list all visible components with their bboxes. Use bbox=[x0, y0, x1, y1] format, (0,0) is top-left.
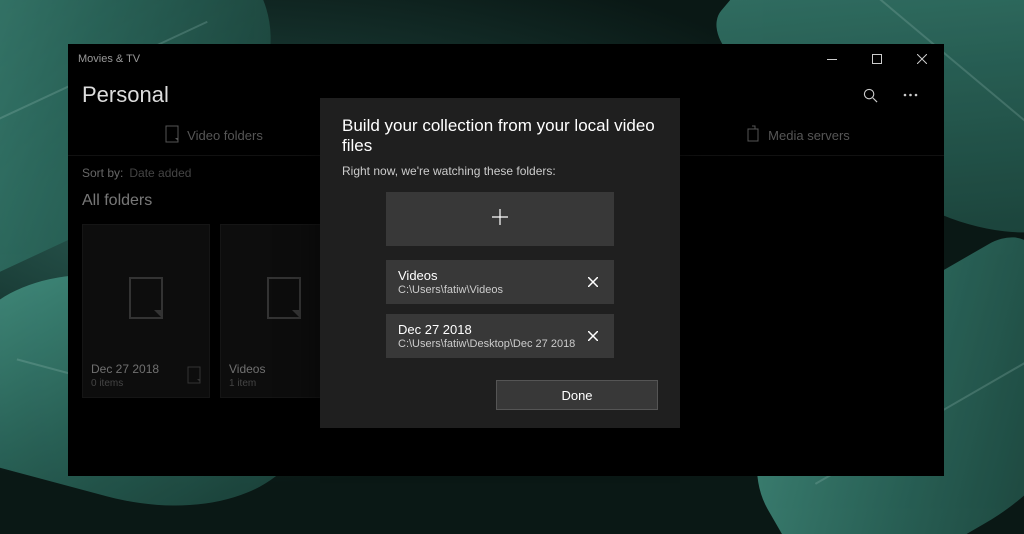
tab-label: Media servers bbox=[768, 128, 850, 143]
titlebar: Movies & TV bbox=[68, 44, 944, 74]
app-name: Movies & TV bbox=[78, 53, 140, 65]
plus-icon bbox=[490, 207, 510, 232]
sort-label: Sort by: bbox=[82, 166, 123, 180]
done-label: Done bbox=[561, 388, 592, 403]
watched-folder-path: C:\Users\fatiw\Videos bbox=[398, 284, 576, 296]
watched-folder-name: Videos bbox=[398, 268, 576, 283]
tab-label: Video folders bbox=[187, 128, 263, 143]
remove-folder-button[interactable] bbox=[584, 273, 602, 291]
add-folder-button[interactable] bbox=[386, 192, 614, 246]
folder-count: 1 item bbox=[229, 378, 265, 389]
watched-folder-item: Dec 27 2018 C:\Users\fatiw\Desktop\Dec 2… bbox=[386, 314, 614, 358]
dialog-subtitle: Right now, we're watching these folders: bbox=[342, 164, 658, 178]
watched-folder-name: Dec 27 2018 bbox=[398, 322, 576, 337]
server-icon bbox=[746, 125, 760, 146]
done-button[interactable]: Done bbox=[496, 380, 658, 410]
document-small-icon bbox=[187, 366, 201, 389]
more-button[interactable] bbox=[890, 75, 930, 115]
tab-media-servers[interactable]: Media servers bbox=[652, 116, 944, 155]
folder-icon bbox=[165, 125, 179, 146]
sort-value: Date added bbox=[129, 166, 191, 180]
watched-folder-item: Videos C:\Users\fatiw\Videos bbox=[386, 260, 614, 304]
tab-video-folders[interactable]: Video folders bbox=[68, 116, 360, 155]
minimize-button[interactable] bbox=[809, 44, 854, 74]
folder-card[interactable]: Dec 27 2018 0 items bbox=[82, 224, 210, 398]
folder-count: 0 items bbox=[91, 378, 159, 389]
maximize-button[interactable] bbox=[854, 44, 899, 74]
dialog-title: Build your collection from your local vi… bbox=[342, 116, 658, 156]
folder-name: Dec 27 2018 bbox=[91, 362, 159, 376]
document-icon bbox=[91, 233, 201, 362]
watched-folder-path: C:\Users\fatiw\Desktop\Dec 27 2018 bbox=[398, 338, 576, 350]
close-button[interactable] bbox=[899, 44, 944, 74]
remove-folder-button[interactable] bbox=[584, 327, 602, 345]
page-title: Personal bbox=[82, 82, 169, 108]
search-button[interactable] bbox=[850, 75, 890, 115]
folder-name: Videos bbox=[229, 362, 265, 376]
build-collection-dialog: Build your collection from your local vi… bbox=[320, 98, 680, 428]
